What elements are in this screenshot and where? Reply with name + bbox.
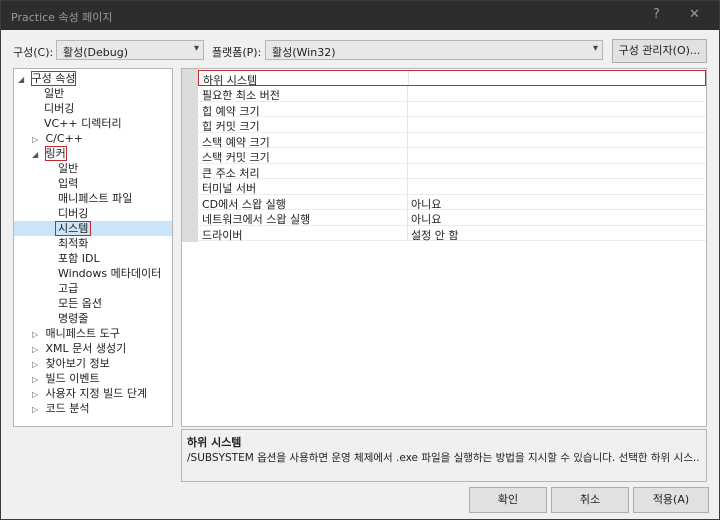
column-divider — [407, 163, 408, 178]
property-row-stack-reserve[interactable]: 스택 예약 크기 — [198, 132, 706, 149]
tree-item-label: 구성 속성 — [30, 71, 77, 86]
tree-item-label: 코드 분석 — [45, 402, 90, 415]
tree-item-linker-debugging[interactable]: 디버깅 — [58, 206, 88, 221]
column-divider — [407, 210, 408, 225]
cancel-button[interactable]: 취소 — [551, 487, 629, 513]
tree-item-build-events[interactable]: ▷ 빌드 이벤트 — [32, 371, 100, 386]
tree-item-custom-build-step[interactable]: ▷ 사용자 지정 빌드 단계 — [32, 386, 147, 401]
tree-item-label: 사용자 지정 빌드 단계 — [45, 387, 148, 400]
tree-item-xml-doc-generator[interactable]: ▷ XML 문서 생성기 — [32, 341, 126, 356]
tree-item-linker-embedded-idl[interactable]: 포함 IDL — [58, 251, 100, 266]
configuration-dropdown[interactable]: 활성(Debug) ▾ — [56, 40, 204, 60]
configuration-manager-button[interactable]: 구성 관리자(O)... — [612, 39, 707, 63]
property-row-terminal-server[interactable]: 터미널 서버 — [198, 179, 706, 195]
tree-item-linker-advanced[interactable]: 고급 — [58, 281, 78, 296]
tree-item-label: 시스템 — [54, 221, 92, 236]
tree-item-label: XML 문서 생성기 — [45, 342, 127, 355]
collapsed-arrow-icon[interactable]: ▷ — [32, 327, 42, 342]
property-pages-dialog: Practice 속성 페이지 ? ✕ 구성(C): 활성(Debug) ▾ 플… — [0, 0, 720, 520]
title-bar: Practice 속성 페이지 ? ✕ — [1, 1, 719, 30]
collapsed-arrow-icon[interactable]: ▷ — [32, 132, 42, 147]
platform-label: 플랫폼(P): — [212, 46, 262, 59]
column-divider — [407, 179, 408, 194]
tree-item-label: 찾아보기 정보 — [45, 357, 110, 370]
column-divider — [407, 117, 408, 132]
tree-item-debugging[interactable]: 디버깅 — [44, 101, 74, 116]
collapsed-arrow-icon[interactable]: ▷ — [32, 342, 42, 357]
column-divider — [407, 101, 408, 116]
property-name: 드라이버 — [202, 228, 243, 242]
property-row-swap-run-from-cd[interactable]: CD에서 스왑 실행 아니요 — [198, 194, 706, 211]
platform-dropdown[interactable]: 활성(Win32) ▾ — [265, 40, 603, 60]
chevron-down-icon: ▾ — [193, 43, 199, 54]
property-row-heap-reserve[interactable]: 힙 예약 크기 — [198, 101, 706, 118]
collapsed-arrow-icon[interactable]: ▷ — [32, 372, 42, 387]
description-panel: 하위 시스템 /SUBSYSTEM 옵션을 사용하면 운영 체제에서 .exe … — [181, 429, 707, 482]
expanded-arrow-icon[interactable]: ◢ — [18, 72, 28, 87]
column-divider — [407, 132, 408, 147]
description-title: 하위 시스템 — [187, 436, 242, 449]
tree-item-linker-command-line[interactable]: 명령줄 — [58, 311, 88, 326]
property-row-heap-commit[interactable]: 힙 커밋 크기 — [198, 117, 706, 133]
window-title: Practice 속성 페이지 — [11, 11, 113, 24]
column-divider — [408, 71, 409, 85]
apply-button[interactable]: 적용(A) — [633, 487, 709, 513]
tree-item-label: 링커 — [44, 146, 67, 161]
tree-item-linker-general[interactable]: 일반 — [58, 161, 78, 176]
tree-item-linker[interactable]: ◢ 링커 — [32, 146, 67, 162]
property-row-swap-run-from-net[interactable]: 네트워크에서 스왑 실행 아니요 — [198, 210, 706, 226]
tree-item-code-analysis[interactable]: ▷ 코드 분석 — [32, 401, 89, 416]
column-divider — [407, 86, 408, 101]
tree-item-label: 빌드 이벤트 — [45, 372, 100, 385]
tree-item-linker-manifest-file[interactable]: 매니페스트 파일 — [58, 191, 132, 206]
property-row-large-address-aware[interactable]: 큰 주소 처리 — [198, 163, 706, 180]
configuration-value: 활성(Debug) — [63, 46, 128, 59]
tree-item-browse-information[interactable]: ▷ 찾아보기 정보 — [32, 356, 110, 371]
description-text: /SUBSYSTEM 옵션을 사용하면 운영 체제에서 .exe 파일을 실행하… — [187, 452, 699, 464]
chevron-down-icon: ▾ — [592, 43, 598, 54]
tree-item-configuration-properties[interactable]: ◢ 구성 속성 — [18, 71, 77, 87]
property-row-min-version[interactable]: 필요한 최소 버전 — [198, 86, 706, 102]
collapsed-arrow-icon[interactable]: ▷ — [32, 357, 42, 372]
column-divider — [407, 194, 408, 209]
property-row-subsystem[interactable]: 하위 시스템 — [198, 70, 706, 87]
tree-item-c-cpp[interactable]: ▷ C/C++ — [32, 131, 83, 146]
property-tree: ◢ 구성 속성 일반 디버깅 VC++ 디렉터리 ▷ C/C++ ◢ 링커 일반… — [13, 68, 173, 427]
ok-button[interactable]: 확인 — [469, 487, 547, 513]
property-row-stack-commit[interactable]: 스택 커밋 크기 — [198, 148, 706, 164]
tree-item-linker-system[interactable]: 시스템 — [14, 221, 172, 236]
property-row-driver[interactable]: 드라이버 설정 안 함 — [198, 225, 706, 243]
collapsed-arrow-icon[interactable]: ▷ — [32, 387, 42, 402]
property-grid: 하위 시스템 필요한 최소 버전 힙 예약 크기 힙 커밋 크기 스택 예약 크… — [181, 68, 707, 427]
help-icon[interactable]: ? — [653, 7, 660, 22]
configuration-label: 구성(C): — [13, 46, 54, 59]
tree-item-linker-input[interactable]: 입력 — [58, 176, 78, 191]
tree-item-label: 매니페스트 도구 — [45, 327, 120, 340]
tree-item-manifest-tool[interactable]: ▷ 매니페스트 도구 — [32, 326, 120, 341]
platform-value: 활성(Win32) — [272, 46, 336, 59]
tree-item-general[interactable]: 일반 — [44, 86, 64, 101]
expanded-arrow-icon[interactable]: ◢ — [32, 147, 42, 162]
tree-item-linker-windows-metadata[interactable]: Windows 메타데이터 — [58, 266, 161, 281]
tree-item-linker-optimization[interactable]: 최적화 — [58, 236, 88, 251]
property-grid-gutter — [182, 69, 198, 242]
close-icon[interactable]: ✕ — [689, 7, 700, 22]
column-divider — [407, 148, 408, 163]
tree-item-vc-directories[interactable]: VC++ 디렉터리 — [44, 116, 122, 131]
column-divider — [407, 225, 408, 240]
collapsed-arrow-icon[interactable]: ▷ — [32, 402, 42, 417]
tree-item-linker-all-options[interactable]: 모든 옵션 — [58, 296, 102, 311]
property-value[interactable]: 설정 안 함 — [411, 227, 458, 243]
tree-item-label: C/C++ — [45, 132, 84, 145]
